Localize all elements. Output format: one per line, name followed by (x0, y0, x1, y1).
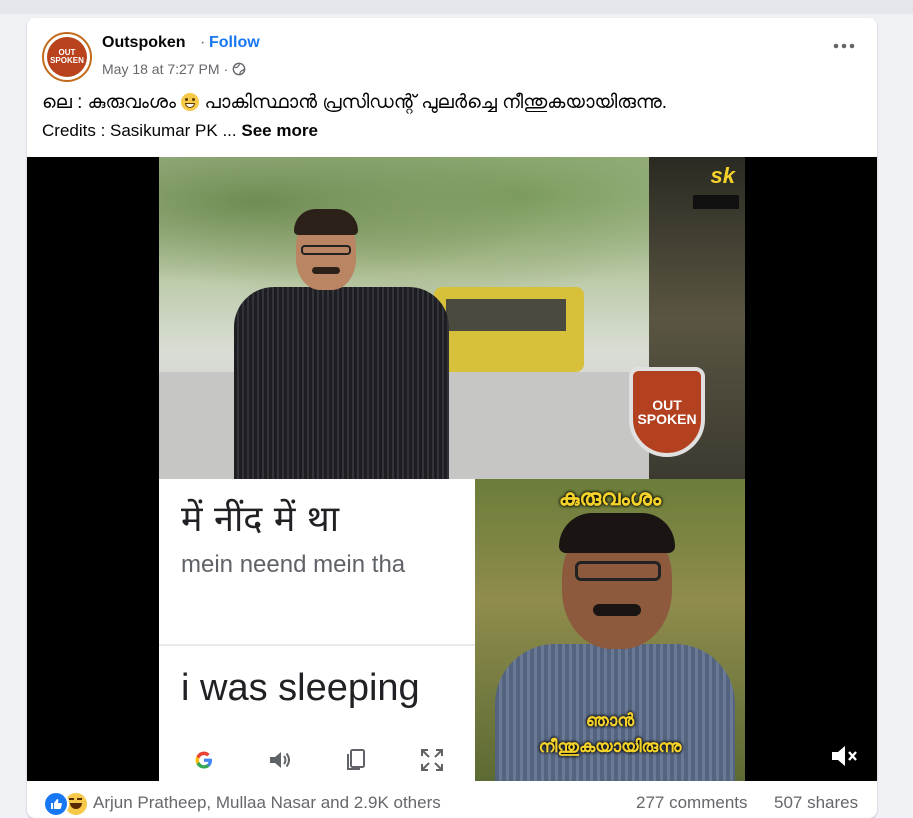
badge-line1: OUT (652, 397, 682, 413)
header-separator: · (200, 34, 206, 51)
caption-text-start: ലെ : കുരുവംശം (42, 92, 176, 113)
hindi-text: में नींद में था (181, 499, 340, 540)
meta-separator: · (223, 61, 229, 77)
portrait-mustache (593, 604, 641, 616)
english-translation: i was sleeping (181, 667, 420, 709)
translate-panel: में नींद में था mein neend mein tha i wa… (159, 479, 475, 781)
avatar-logo-line2: SPOKEN (50, 56, 84, 65)
see-more-link[interactable]: See more (241, 121, 318, 140)
street-scene (159, 157, 649, 479)
reactors-summary[interactable]: Arjun Pratheep, Mullaa Nasar and 2.9K ot… (93, 793, 441, 813)
presenter-mustache (312, 267, 340, 274)
grinning-face-emoji-icon (181, 93, 200, 111)
sk-watermark: sk (710, 163, 735, 188)
portrait-caption-line2: നീന്തുകയായിരുന്നു (538, 737, 682, 756)
shares-count[interactable]: 507 shares (774, 793, 858, 813)
video-player[interactable]: sk OUT SPOKEN में नींद में था mein neend… (27, 157, 877, 781)
portrait-title: കുരുവംശം (558, 485, 662, 510)
expand-icon (417, 745, 447, 775)
presenter-glasses (301, 245, 351, 255)
copy-icon (341, 745, 371, 775)
speaker-icon (265, 745, 295, 775)
badge-line2: SPOKEN (637, 411, 697, 427)
like-icon (43, 791, 69, 817)
outspoken-badge-logo: OUT SPOKEN (629, 367, 705, 457)
bus-window (446, 299, 566, 331)
post-footer: Arjun Pratheep, Mullaa Nasar and 2.9K ot… (27, 781, 877, 818)
watermark-subtitle-box (693, 195, 739, 209)
presenter-shirt (234, 287, 449, 479)
comments-count[interactable]: 277 comments (636, 793, 748, 813)
translate-divider (159, 644, 475, 646)
transliteration-text: mein neend mein tha (181, 551, 406, 578)
follow-button[interactable]: Follow (209, 34, 260, 52)
globe-icon (232, 62, 246, 76)
presenter-hair (294, 209, 358, 235)
post-meta: May 18 at 7:27 PM · (102, 61, 246, 77)
post-card: OUT SPOKEN Outspoken · Follow May 18 at … (27, 18, 877, 818)
post-caption: ലെ : കുരുവംശം പാകിസ്ഥാൻ പ്രസിഡന്റ് പുലർച… (42, 92, 667, 114)
google-icon (189, 745, 219, 775)
page-avatar[interactable]: OUT SPOKEN (42, 32, 92, 82)
credits-text: Credits : Sasikumar PK ... (42, 121, 237, 140)
translate-toolbar (189, 745, 447, 775)
post-credits: Credits : Sasikumar PK ... See more (42, 121, 318, 141)
top-bar-edge (0, 0, 913, 14)
presenter-figure (234, 209, 449, 479)
portrait-glasses (575, 561, 661, 581)
portrait-hair (559, 513, 675, 553)
post-timestamp[interactable]: May 18 at 7:27 PM (102, 61, 220, 77)
avatar-logo: OUT SPOKEN (47, 37, 87, 77)
muted-speaker-icon[interactable] (829, 742, 859, 770)
more-dots-icon[interactable] (833, 42, 855, 50)
video-frame: sk OUT SPOKEN में नींद में था mein neend… (159, 157, 745, 781)
page-name-link[interactable]: Outspoken (102, 34, 186, 52)
reaction-icons[interactable] (43, 791, 89, 817)
school-bus (434, 287, 584, 372)
portrait-caption-line1: ഞാൻ (585, 711, 635, 730)
caption-text-end: പാകിസ്ഥാൻ പ്രസിഡന്റ് പുലർച്ചെ നീന്തുകയായ… (204, 92, 668, 113)
portrait-panel: കുരുവംശം ഞാൻ നീന്തുകയായിരുന്നു (475, 479, 745, 781)
